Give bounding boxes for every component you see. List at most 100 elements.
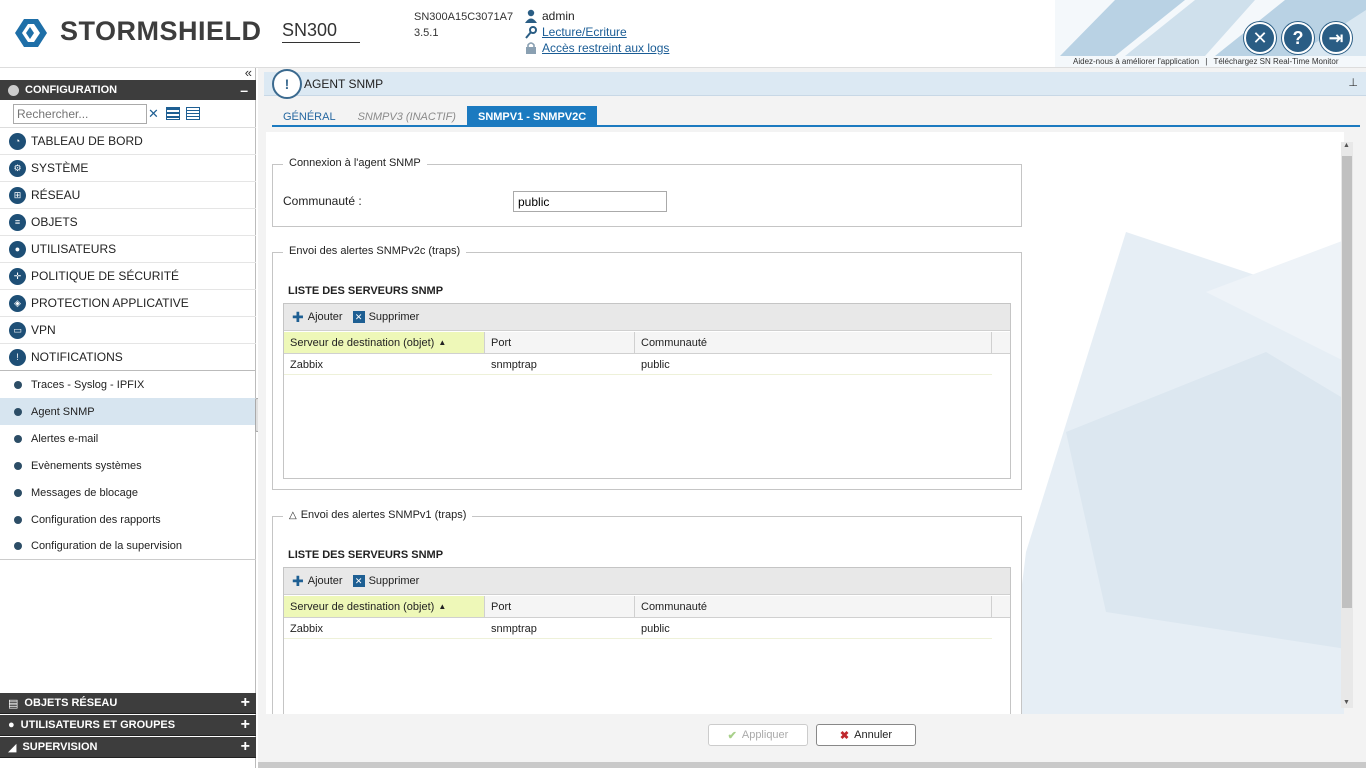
add-button[interactable]: ✚ Ajouter (292, 309, 343, 326)
configuration-title: CONFIGURATION (25, 84, 118, 96)
logout-icon[interactable]: ⇥ (1320, 22, 1352, 54)
sidebar-item-notifications[interactable]: ! NOTIFICATIONS (0, 344, 256, 371)
sidebar-item-network[interactable]: ⊞ RÉSEAU (0, 182, 256, 209)
notifications-icon: ! (9, 348, 26, 366)
cell-community[interactable]: public (635, 355, 992, 375)
tab-snmpv1-v2c[interactable]: SNMPV1 - SNMPV2C (466, 106, 598, 127)
sort-asc-icon: ▲ (438, 338, 447, 347)
subitem-snmp-agent[interactable]: Agent SNMP (0, 398, 256, 425)
tab-snmpv3[interactable]: SNMPV3 (INACTIF) (347, 106, 467, 127)
tools-icon[interactable]: ✕ (1244, 22, 1276, 54)
cell-port[interactable]: snmptrap (485, 619, 635, 639)
column-header-port[interactable]: Port (485, 332, 635, 354)
notification-icon: ! (272, 69, 302, 99)
pin-icon[interactable]: ⊥ (1348, 76, 1358, 89)
subitem-label: Traces - Syslog - IPFIX (31, 378, 145, 391)
cell-port[interactable]: snmptrap (485, 355, 635, 375)
bottom-edge-bar (258, 762, 1366, 768)
content-scrollbar[interactable]: ▲ ▼ (1341, 142, 1353, 708)
column-header-server[interactable]: Serveur de destination (objet) ▲ (284, 332, 485, 354)
sidebar-item-label: TABLEAU DE BORD (31, 134, 143, 148)
column-header-community[interactable]: Communauté (635, 596, 992, 618)
sidebar-item-dashboard[interactable]: ◔ TABLEAU DE BORD (0, 128, 256, 155)
top-header: STORMSHIELD SN300 SN300A15C3071A7 3.5.1 … (0, 0, 1366, 68)
supervision-icon: ◢ (8, 741, 17, 754)
sidebar-item-security-policy[interactable]: ✛ POLITIQUE DE SÉCURITÉ (0, 263, 256, 290)
section-network-objects[interactable]: ▤ OBJETS RÉSEAU + (0, 693, 256, 714)
expand-icon[interactable]: + (241, 716, 250, 734)
improve-app-link[interactable]: Aidez-nous à améliorer l'application (1073, 57, 1199, 66)
cell-server[interactable]: Zabbix (284, 355, 485, 375)
delete-label: Supprimer (368, 311, 420, 323)
column-header-server[interactable]: Serveur de destination (objet) ▲ (284, 596, 485, 618)
dashboard-icon: ◔ (9, 132, 26, 150)
community-label: Communauté : (283, 194, 362, 208)
server-list-title: LISTE DES SERVEURS SNMP (288, 549, 444, 561)
scrollbar-thumb[interactable] (1342, 156, 1352, 608)
subitem-label: Configuration de la supervision (31, 540, 183, 552)
cancel-icon: ✖ (839, 729, 850, 742)
sidebar-item-label: UTILISATEURS (31, 242, 117, 256)
add-button[interactable]: ✚ Ajouter (292, 573, 343, 590)
collapse-sidebar-icon[interactable]: « (245, 65, 252, 80)
section-users-groups[interactable]: ● UTILISATEURS ET GROUPES + (0, 715, 256, 736)
sidebar-item-users[interactable]: ● UTILISATEURS (0, 236, 256, 263)
subitem-report-config[interactable]: Configuration des rapports (0, 506, 256, 533)
scroll-up-icon[interactable]: ▲ (1343, 142, 1350, 149)
column-label: Serveur de destination (objet) (290, 600, 435, 613)
column-header-community[interactable]: Communauté (635, 332, 992, 354)
subitem-email-alerts[interactable]: Alertes e-mail (0, 425, 256, 452)
cell-server[interactable]: Zabbix (284, 619, 485, 639)
subitem-label: Messages de blocage (31, 486, 139, 499)
sidebar-item-system[interactable]: ⚙ SYSTÈME (0, 155, 256, 182)
section-supervision[interactable]: ◢ SUPERVISION + (0, 737, 256, 758)
access-mode-link[interactable]: Lecture/Ecriture (542, 24, 627, 40)
column-label: Communauté (641, 336, 708, 349)
cell-community[interactable]: public (635, 619, 992, 639)
serial-number: SN300A15C3071A7 (414, 11, 514, 23)
configuration-icon (8, 84, 19, 96)
subitem-system-events[interactable]: Evènements systèmes (0, 452, 256, 479)
background-decoration (1006, 232, 1344, 714)
list-view-icon[interactable] (166, 107, 180, 120)
sidebar-item-label: PROTECTION APPLICATIVE (31, 296, 189, 310)
sidebar-item-vpn[interactable]: ▭ VPN (0, 317, 256, 344)
download-monitor-link[interactable]: Téléchargez SN Real-Time Monitor (1213, 57, 1338, 66)
scroll-down-icon[interactable]: ▼ (1343, 699, 1350, 706)
sidebar-item-objects[interactable]: ≡ OBJETS (0, 209, 256, 236)
subitem-block-messages[interactable]: Messages de blocage (0, 479, 256, 506)
link-separator: | (1205, 57, 1208, 66)
tab-general[interactable]: GÉNÉRAL (272, 106, 347, 127)
check-icon: ✔ (727, 729, 737, 742)
section-label: OBJETS RÉSEAU (24, 697, 118, 709)
collapse-section-icon[interactable]: – (240, 82, 248, 98)
cancel-button[interactable]: ✖ Annuler (816, 724, 916, 746)
restricted-logs-link[interactable]: Accès restreint aux logs (542, 40, 669, 56)
column-header-filler (992, 332, 1010, 354)
traps-v1-legend[interactable]: △ Envoi des alertes SNMPv1 (traps) (283, 509, 473, 521)
delete-button[interactable]: ✕ Supprimer (352, 311, 420, 323)
traps-v2c-legend: Envoi des alertes SNMPv2c (traps) (283, 245, 467, 257)
firmware-version: 3.5.1 (414, 27, 439, 39)
sidebar-item-app-protection[interactable]: ◈ PROTECTION APPLICATIVE (0, 290, 256, 317)
subitem-syslog[interactable]: Traces - Syslog - IPFIX (0, 371, 256, 398)
search-input[interactable] (13, 104, 147, 124)
tab-content: Connexion à l'agent SNMP Communauté : En… (266, 132, 1344, 714)
delete-button[interactable]: ✕ Supprimer (352, 575, 419, 587)
community-input[interactable] (513, 191, 667, 212)
column-header-port[interactable]: Port (485, 596, 635, 618)
tree-view-icon[interactable] (186, 107, 200, 120)
user-box: admin Lecture/Ecriture Accès restreint a… (524, 8, 669, 56)
configuration-header[interactable]: CONFIGURATION – (0, 80, 256, 100)
expand-icon[interactable]: + (241, 694, 250, 712)
expand-icon[interactable]: + (241, 738, 250, 756)
bullet-icon (14, 488, 22, 497)
connection-legend: Connexion à l'agent SNMP (283, 157, 427, 169)
subitem-supervision-config[interactable]: Configuration de la supervision (0, 533, 256, 560)
cancel-label: Annuler (854, 729, 893, 741)
clear-search-icon[interactable]: ✕ (148, 106, 159, 122)
help-icon[interactable]: ? (1282, 22, 1314, 54)
traps-v1-legend-text: Envoi des alertes SNMPv1 (traps) (300, 509, 467, 521)
apply-button[interactable]: ✔ Appliquer (708, 724, 808, 746)
traps-v1-group: △ Envoi des alertes SNMPv1 (traps) LISTE … (272, 509, 1022, 714)
